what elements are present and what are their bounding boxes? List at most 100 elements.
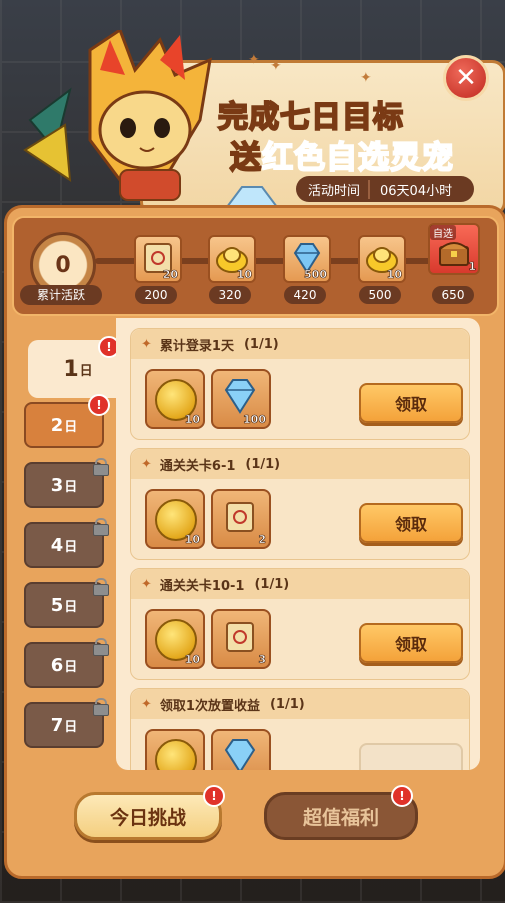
event-title-line1: 完成七日目标 xyxy=(217,99,404,136)
lock-icon xyxy=(92,518,109,536)
day-number: 2 xyxy=(50,414,64,436)
task-title: 通关关卡6-1 xyxy=(159,458,236,474)
task-progress: (1/1) xyxy=(254,576,290,592)
alert-badge: ! xyxy=(391,785,413,807)
tab-day-3[interactable]: 3日 xyxy=(24,458,109,508)
today-challenge-button[interactable]: 今日挑战 ! xyxy=(74,785,225,840)
day-unit: 日 xyxy=(64,419,78,435)
tab-day-1[interactable]: 1日 ! xyxy=(28,336,128,398)
tab-day-5[interactable]: 5日 xyxy=(24,578,109,628)
reward-count: 3 xyxy=(258,653,266,667)
treasure-chest-icon xyxy=(439,242,469,266)
milestone-reward[interactable]: 20 xyxy=(134,235,182,283)
reward-count: 100 xyxy=(243,413,267,427)
day-number: 6 xyxy=(50,654,64,676)
reward-item[interactable]: 3 xyxy=(211,609,271,669)
tab-day-4[interactable]: 4日 xyxy=(24,518,109,568)
star-icon: ✦ xyxy=(141,576,152,592)
tab-day-7[interactable]: 7日 xyxy=(24,698,109,748)
reward-count: 10 xyxy=(184,533,200,547)
event-timer: 活动时间 06天04小时 xyxy=(296,176,474,202)
task-card: ✦ 领取1次放置收益 (1/1) xyxy=(130,688,470,770)
task-header: ✦ 通关关卡6-1 (1/1) xyxy=(131,449,469,479)
milestone-reward[interactable]: 500 xyxy=(283,235,331,283)
reward-item[interactable]: 2 xyxy=(211,489,271,549)
day-number: 7 xyxy=(50,714,64,736)
claim-button[interactable]: 领取 xyxy=(359,503,463,543)
title-prefix: 送 xyxy=(229,139,262,177)
task-progress: (1/1) xyxy=(243,336,279,352)
milestone-count: 10 xyxy=(236,268,252,282)
special-benefits-button[interactable]: 超值福利 ! xyxy=(264,785,418,840)
milestone-reward[interactable]: 10 xyxy=(358,235,406,283)
day-unit: 日 xyxy=(64,659,78,675)
reward-count: 10 xyxy=(184,653,200,667)
claim-button[interactable] xyxy=(359,743,463,770)
task-title: 累计登录1天 xyxy=(159,338,234,354)
reward-item[interactable]: 10 xyxy=(145,609,205,669)
optional-tag: 自选 xyxy=(430,225,456,240)
day-unit: 日 xyxy=(64,599,78,615)
lock-icon xyxy=(92,638,109,656)
scroll-icon xyxy=(226,622,254,652)
reward-item[interactable]: 10 xyxy=(145,489,205,549)
claim-button[interactable]: 领取 xyxy=(359,623,463,663)
milestone-points: 420 xyxy=(284,286,326,304)
reward-item[interactable]: 100 xyxy=(211,369,271,429)
milestone-count: 10 xyxy=(386,268,402,282)
task-header: ✦ 通关关卡10-1 (1/1) xyxy=(131,569,469,599)
lock-icon xyxy=(92,698,109,716)
timer-value: 06天04小时 xyxy=(380,183,453,199)
diamond-icon xyxy=(224,379,256,414)
task-title: 通关关卡10-1 xyxy=(159,578,245,594)
milestone-points: 320 xyxy=(209,286,251,304)
lock-icon xyxy=(92,578,109,596)
tab-day-6[interactable]: 6日 xyxy=(24,638,109,688)
day-unit: 日 xyxy=(64,479,78,495)
lock-icon xyxy=(92,458,109,476)
star-icon: ✦ xyxy=(141,696,152,712)
task-card: ✦ 通关关卡10-1 (1/1) 10 3 领取 xyxy=(130,568,470,680)
day-unit: 日 xyxy=(64,539,78,555)
day-unit: 日 xyxy=(79,363,93,379)
sparkle-icon: ✦ xyxy=(360,70,372,86)
reward-count: 10 xyxy=(184,413,200,427)
coin-icon xyxy=(155,739,197,770)
reward-item[interactable]: 10 xyxy=(145,369,205,429)
star-icon: ✦ xyxy=(141,456,152,472)
star-icon: ✦ xyxy=(141,336,152,352)
milestone-points: 200 xyxy=(135,286,177,304)
tab-day-2[interactable]: 2日 ! xyxy=(24,394,110,448)
close-icon: ✕ xyxy=(455,63,477,93)
title-highlight: 红色自选灵宠 xyxy=(261,139,454,177)
event-header: ✦ ✦ ✦ 完成七日目标 送红色自选灵宠 活动时间 06天04小时 ✕ xyxy=(0,0,505,216)
special-benefits-label: 超值福利 xyxy=(302,806,379,829)
reward-item[interactable] xyxy=(211,729,271,770)
task-title: 领取1次放置收益 xyxy=(159,698,260,714)
claim-button[interactable]: 领取 xyxy=(359,383,463,423)
today-challenge-label: 今日挑战 xyxy=(109,806,186,829)
task-header: ✦ 领取1次放置收益 (1/1) xyxy=(131,689,469,719)
timer-label: 活动时间 xyxy=(296,179,371,199)
milestone-reward[interactable]: 10 xyxy=(208,235,256,283)
task-list[interactable]: ✦ 累计登录1天 (1/1) 10 100 领取 ✦ 通关关卡6-1 (1/1)… xyxy=(116,318,480,770)
day-tabs: 1日 ! 2日 ! 3日 4日 5日 6日 7日 xyxy=(14,318,128,768)
day-number: 1 xyxy=(63,356,79,382)
task-header: ✦ 累计登录1天 (1/1) xyxy=(131,329,469,359)
milestone-count: 1 xyxy=(468,260,476,274)
event-title-line2: 送红色自选灵宠 xyxy=(229,132,454,177)
scroll-icon xyxy=(226,502,254,532)
task-progress: (1/1) xyxy=(245,456,281,472)
reward-item[interactable] xyxy=(145,729,205,770)
milestone-points: 500 xyxy=(359,286,401,304)
task-card: ✦ 累计登录1天 (1/1) 10 100 领取 xyxy=(130,328,470,440)
day-unit: 日 xyxy=(64,719,78,735)
sparkle-icon: ✦ xyxy=(248,52,260,68)
day-number: 3 xyxy=(50,474,64,496)
reward-count: 2 xyxy=(258,533,266,547)
milestone-reward-chest[interactable]: 自选 1 xyxy=(428,223,480,275)
close-button[interactable]: ✕ xyxy=(443,55,489,101)
milestone-points: 650 xyxy=(432,286,474,304)
day-number: 4 xyxy=(50,534,64,556)
alert-badge: ! xyxy=(88,394,110,416)
